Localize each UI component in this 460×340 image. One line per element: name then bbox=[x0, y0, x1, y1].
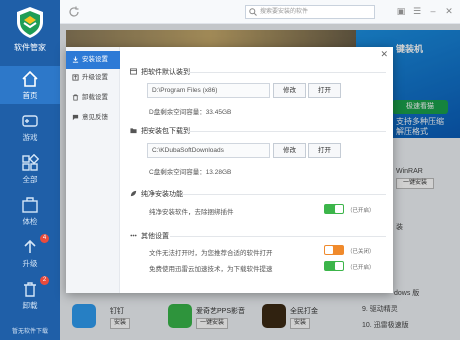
trash-icon bbox=[24, 282, 36, 297]
upgrade-count-badge: 4 bbox=[40, 234, 49, 243]
xunlei-accel-state: （已开启） bbox=[347, 265, 375, 271]
other-settings-title: 其他设置 bbox=[130, 231, 169, 241]
app-name: 软件管家 bbox=[14, 43, 46, 52]
nav-upgrade-label: 升级 bbox=[22, 259, 38, 268]
download-open-button[interactable]: 打开 bbox=[308, 143, 341, 158]
nav-home[interactable]: 首页 bbox=[0, 66, 60, 104]
tab-upgrade-settings[interactable]: 升级设置 bbox=[66, 69, 120, 87]
file-open-toggle[interactable] bbox=[324, 245, 344, 255]
divider bbox=[186, 72, 386, 73]
file-open-option: 文件无法打开时，为您推荐合适的软件打开 bbox=[149, 250, 273, 257]
briefcase-icon bbox=[22, 197, 38, 213]
download-space-text: C盘剩余空间容量：13.28GB bbox=[149, 169, 232, 176]
left-navigation: 软件管家 首页 游戏 全部 体检 4 升级 2 卸载 暂无软件下载 bbox=[0, 0, 60, 340]
folder-icon bbox=[130, 128, 137, 134]
xunlei-accel-toggle[interactable] bbox=[324, 261, 344, 271]
nav-home-label: 首页 bbox=[22, 91, 38, 100]
search-placeholder: 搜索要安装的软件 bbox=[260, 9, 309, 15]
file-open-state: （已关闭） bbox=[347, 249, 375, 255]
install-dir-title: 把软件默认装到 bbox=[130, 67, 190, 77]
clean-install-toggle[interactable] bbox=[324, 204, 344, 214]
nav-uninstall[interactable]: 2 卸载 bbox=[0, 276, 60, 314]
search-input[interactable]: 搜索要安装的软件 bbox=[245, 5, 375, 19]
install-open-button[interactable]: 打开 bbox=[308, 83, 341, 98]
dots-icon bbox=[130, 234, 137, 237]
divider bbox=[186, 131, 386, 132]
nav-all-label: 全部 bbox=[22, 175, 38, 184]
divider bbox=[170, 236, 386, 237]
download-path-field[interactable]: C:\KDubaSoftDownloads bbox=[147, 143, 270, 158]
xunlei-accel-option: 免费使用迅雷云加速技术，为下载软件提速 bbox=[149, 266, 273, 273]
grid-icon bbox=[22, 154, 39, 171]
nav-all[interactable]: 全部 bbox=[0, 150, 60, 188]
divider bbox=[182, 194, 386, 195]
nav-trial-label: 体检 bbox=[22, 217, 38, 226]
refresh-icon[interactable] bbox=[68, 6, 80, 18]
settings-dialog: ✕ 安装设置 升级设置 卸载设置 意见反馈 把软件默认装到 D:\Program… bbox=[66, 47, 393, 293]
close-icon[interactable]: ✕ bbox=[380, 49, 388, 60]
tab-uninstall-settings[interactable]: 卸载设置 bbox=[66, 89, 120, 107]
search-icon bbox=[249, 8, 257, 16]
app-logo-icon bbox=[17, 7, 43, 38]
upgrade-arrow-icon bbox=[24, 239, 36, 253]
install-space-text: D盘剩余空间容量：33.45GB bbox=[149, 109, 232, 116]
minimize-icon[interactable]: – bbox=[427, 5, 439, 17]
clean-install-option: 纯净安装软件，去除捆绑插件 bbox=[149, 209, 234, 216]
gamepad-icon bbox=[22, 115, 38, 127]
upgrade-icon bbox=[72, 74, 79, 81]
download-icon bbox=[72, 56, 79, 63]
home-icon bbox=[22, 70, 38, 87]
nav-uninstall-label: 卸载 bbox=[22, 301, 38, 310]
install-change-button[interactable]: 修改 bbox=[273, 83, 306, 98]
clean-install-title: 纯净安装功能 bbox=[130, 189, 183, 199]
nav-games[interactable]: 游戏 bbox=[0, 108, 60, 146]
close-window-icon[interactable]: ✕ bbox=[443, 5, 455, 17]
install-folder-icon bbox=[130, 68, 137, 75]
leaf-icon bbox=[130, 190, 137, 197]
settings-sidebar: 安装设置 升级设置 卸载设置 意见反馈 bbox=[66, 47, 120, 293]
download-dir-title: 把安装包下载到 bbox=[130, 126, 190, 136]
nav-upgrade[interactable]: 4 升级 bbox=[0, 234, 60, 272]
tab-install-settings[interactable]: 安装设置 bbox=[66, 51, 120, 69]
tab-feedback[interactable]: 意见反馈 bbox=[66, 109, 120, 127]
bookmark-icon[interactable]: ▣ bbox=[395, 5, 407, 17]
download-change-button[interactable]: 修改 bbox=[273, 143, 306, 158]
clean-install-state: （已开启） bbox=[347, 208, 375, 214]
top-bar: 搜索要安装的软件 ▣ ☰ – ✕ bbox=[60, 0, 460, 24]
nav-trial[interactable]: 体检 bbox=[0, 192, 60, 230]
install-path-field[interactable]: D:\Program Files (x86) bbox=[147, 83, 270, 98]
uninstall-count-badge: 2 bbox=[40, 276, 49, 285]
nav-games-label: 游戏 bbox=[22, 133, 38, 142]
feedback-icon bbox=[72, 114, 79, 120]
menu-icon[interactable]: ☰ bbox=[411, 5, 423, 17]
download-footer-link[interactable]: 暂无软件下载 bbox=[0, 324, 60, 340]
trash-icon bbox=[72, 94, 79, 101]
